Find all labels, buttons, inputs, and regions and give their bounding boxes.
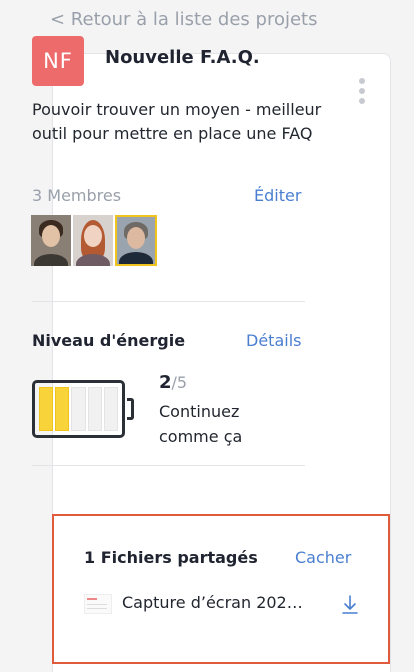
members-count: 3 Membres [32,186,122,205]
project-initials-badge: NF [32,36,84,86]
shared-files-title: 1 Fichiers partagés [84,548,258,567]
member-avatar[interactable] [115,215,157,266]
project-title: Nouvelle F.A.Q. [105,47,260,68]
battery-cell [39,387,54,431]
edit-members-link[interactable]: Éditer [254,186,301,205]
download-icon[interactable] [342,595,358,615]
project-description: Pouvoir trouver un moyen - meilleur outi… [32,100,322,143]
back-to-projects-link[interactable]: < Retour à la liste des projets [50,9,317,30]
battery-cell [103,387,119,431]
battery-cell [87,387,102,431]
battery-tip [127,398,134,420]
member-avatar[interactable] [31,215,71,266]
energy-current: 2 [159,372,172,393]
file-thumbnail[interactable] [84,594,112,614]
more-options-icon[interactable] [357,78,367,108]
energy-max: /5 [171,373,188,392]
battery-cell [55,387,70,431]
member-avatars [31,215,157,266]
battery-cell [71,387,86,431]
energy-level-title: Niveau d'énergie [32,331,186,350]
energy-score: 2/5 [159,372,187,393]
energy-details-link[interactable]: Détails [246,331,301,350]
section-divider [32,465,305,466]
battery-icon [32,380,125,438]
member-avatar[interactable] [73,215,113,266]
energy-message: Continuez comme ça [159,402,243,446]
hide-files-link[interactable]: Cacher [295,548,351,567]
section-divider [32,301,305,302]
shared-files-section [52,514,390,664]
file-name[interactable]: Capture d’écran 202… [122,593,322,612]
